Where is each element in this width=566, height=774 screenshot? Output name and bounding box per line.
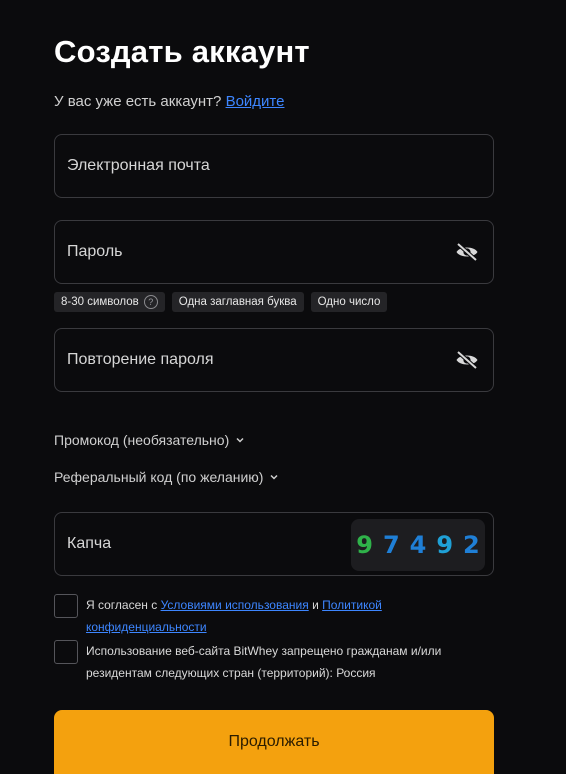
page-title: Создать аккаунт: [54, 34, 310, 69]
referral-code-label: Реферальный код (по желанию): [54, 469, 264, 485]
question-circle-icon[interactable]: ?: [143, 295, 158, 309]
password-requirements: 8-30 символов ? Одна заглавная буква Одн…: [54, 292, 388, 312]
restriction-text: Использование веб-сайта BitWhey запрещен…: [86, 640, 486, 684]
privacy-policy-link[interactable]: конфиденциальности: [86, 620, 207, 634]
have-account-text: У вас уже есть аккаунт?: [54, 93, 222, 110]
captcha-field[interactable]: Капча 9 7 4 9 2: [54, 512, 494, 576]
captcha-digit: 7: [382, 531, 400, 559]
captcha-digit: 2: [463, 531, 480, 559]
restriction-line-1: Использование веб-сайта BitWhey запрещен…: [86, 644, 442, 658]
chevron-down-icon: [235, 435, 245, 445]
hint-number: Одно число: [310, 292, 388, 312]
restriction-line-2: резидентам следующих стран (территорий):…: [86, 666, 376, 680]
eye-off-icon[interactable]: [455, 348, 479, 372]
hint-length: 8-30 символов ?: [54, 292, 165, 312]
hint-uppercase: Одна заглавная буква: [171, 292, 304, 312]
captcha-digit: 9: [436, 531, 454, 559]
terms-checkbox[interactable]: [54, 594, 78, 618]
terms-prefix: Я согласен с: [86, 598, 158, 612]
email-field-placeholder: Электронная почта: [67, 157, 210, 174]
continue-button[interactable]: Продолжать: [54, 710, 494, 774]
terms-agreement-row: Я согласен с Условиями использования и П…: [54, 594, 486, 638]
promo-code-toggle[interactable]: Промокод (необязательно): [54, 432, 245, 448]
repeat-password-placeholder: Повторение пароля: [67, 351, 214, 368]
restriction-row: Использование веб-сайта BitWhey запрещен…: [54, 640, 486, 684]
login-prompt: У вас уже есть аккаунт? Войдите: [54, 93, 284, 110]
terms-of-use-link[interactable]: Условиями использования: [161, 598, 309, 612]
terms-and: и: [312, 598, 319, 612]
promo-code-label: Промокод (необязательно): [54, 432, 230, 448]
password-field[interactable]: Пароль: [54, 220, 494, 284]
restriction-checkbox[interactable]: [54, 640, 78, 664]
signup-page: Создать аккаунт У вас уже есть аккаунт? …: [0, 0, 566, 774]
captcha-digit: 9: [356, 531, 373, 559]
terms-text: Я согласен с Условиями использования и П…: [86, 594, 486, 638]
privacy-policy-link[interactable]: Политикой: [322, 598, 382, 612]
hint-number-label: Одно число: [317, 296, 381, 308]
login-link[interactable]: Войдите: [226, 93, 285, 110]
eye-off-icon[interactable]: [455, 240, 479, 264]
chevron-down-icon: [269, 472, 279, 482]
password-field-placeholder: Пароль: [67, 243, 123, 260]
captcha-digit: 4: [409, 531, 427, 559]
hint-length-label: 8-30 символов: [61, 296, 139, 308]
captcha-image[interactable]: 9 7 4 9 2: [351, 519, 485, 571]
repeat-password-field[interactable]: Повторение пароля: [54, 328, 494, 392]
hint-uppercase-label: Одна заглавная буква: [178, 296, 297, 308]
referral-code-toggle[interactable]: Реферальный код (по желанию): [54, 469, 279, 485]
email-field[interactable]: Электронная почта: [54, 134, 494, 198]
